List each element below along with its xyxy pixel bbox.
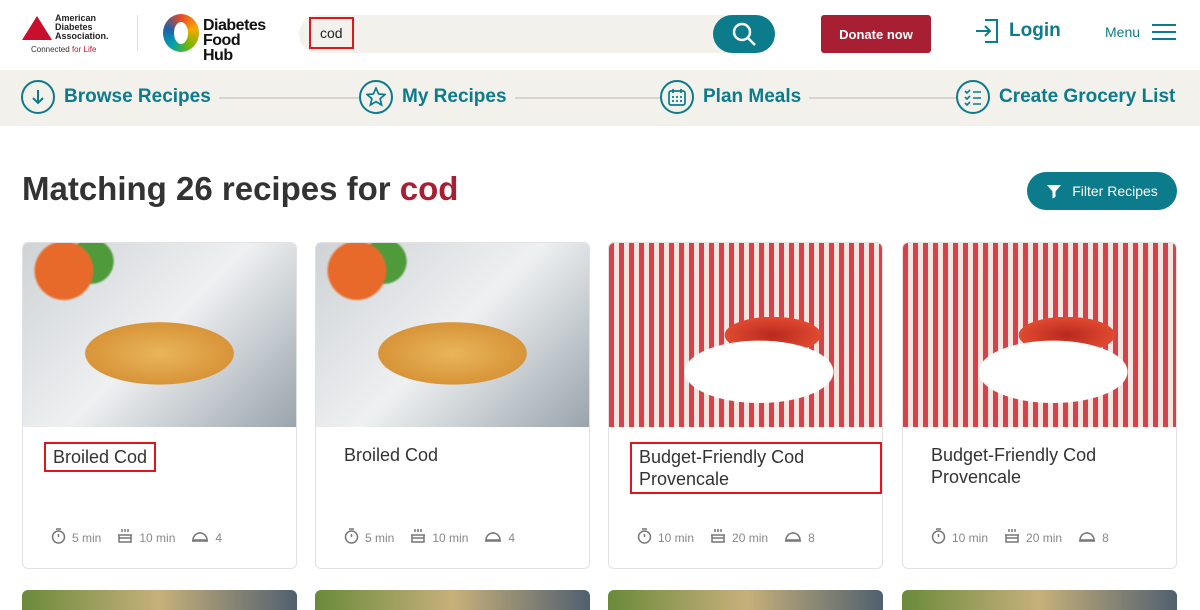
- arrow-down-circle-icon: [21, 80, 55, 114]
- star-icon: [359, 80, 393, 114]
- serving-dish-icon: [784, 530, 802, 545]
- servings: 8: [1102, 530, 1109, 545]
- search-input[interactable]: cod: [309, 17, 354, 49]
- nav-browse-recipes[interactable]: Browse Recipes: [21, 80, 219, 114]
- servings: 8: [808, 530, 815, 545]
- filter-label: Filter Recipes: [1072, 183, 1158, 199]
- timer-icon: [637, 528, 652, 547]
- recipe-card[interactable]: Broiled Cod 5 min 10 min 4: [315, 242, 590, 569]
- filter-icon: [1047, 185, 1062, 199]
- recipe-card[interactable]: Budget-Friendly Cod Provencale 10 min 20…: [608, 242, 883, 569]
- timer-icon: [344, 528, 359, 547]
- timer-icon: [51, 528, 66, 547]
- search-icon: [732, 22, 756, 46]
- divider: [137, 15, 138, 51]
- nav-label: Browse Recipes: [64, 86, 211, 107]
- cook-time: 20 min: [1026, 530, 1063, 545]
- recipe-meta: 10 min 20 min 8: [931, 528, 1109, 547]
- timer-icon: [931, 528, 946, 547]
- cooking-pot-icon: [710, 528, 726, 547]
- checklist-icon: [956, 80, 990, 114]
- recipe-image[interactable]: [316, 243, 589, 427]
- logo-text: Diabetes: [203, 17, 266, 34]
- nav-my-recipes[interactable]: My Recipes: [359, 80, 515, 114]
- recipe-card-partial[interactable]: [902, 590, 1177, 610]
- recipe-card[interactable]: Budget-Friendly Cod Provencale 10 min 20…: [902, 242, 1177, 569]
- recipe-card[interactable]: Broiled Cod 5 min 10 min 4: [22, 242, 297, 569]
- menu-label: Menu: [1105, 24, 1141, 40]
- menu-button[interactable]: Menu: [1105, 23, 1177, 41]
- header: American Diabetes Association. Connected f…: [0, 0, 1200, 70]
- cook-time: 10 min: [139, 530, 176, 545]
- nav-label: Create Grocery List: [999, 86, 1176, 107]
- recipe-image[interactable]: [903, 243, 1176, 427]
- search-bar[interactable]: cod: [299, 15, 775, 53]
- login-button[interactable]: Login: [975, 18, 1061, 44]
- recipe-title[interactable]: Broiled Cod: [337, 442, 557, 468]
- search-term: cod: [399, 170, 459, 207]
- hamburger-icon: [1152, 24, 1177, 40]
- donate-button[interactable]: Donate now: [821, 15, 931, 53]
- nav-label: Plan Meals: [703, 86, 802, 107]
- prep-time: 10 min: [952, 530, 989, 545]
- results-prefix: Matching 26 recipes for: [22, 170, 391, 207]
- cook-time: 20 min: [732, 530, 769, 545]
- recipe-card-partial[interactable]: [608, 590, 883, 610]
- calendar-icon: [660, 80, 694, 114]
- nav-label: My Recipes: [402, 86, 507, 107]
- search-button[interactable]: [713, 15, 775, 53]
- recipe-meta: 5 min 10 min 4: [344, 528, 515, 547]
- ada-logo[interactable]: American Diabetes Association. Connected f…: [22, 14, 122, 54]
- recipe-meta: 10 min 20 min 8: [637, 528, 815, 547]
- tagline-accent: for Life: [71, 45, 97, 54]
- cook-time: 10 min: [432, 530, 469, 545]
- tagline: Connected: [31, 45, 70, 54]
- recipe-card-partial[interactable]: [315, 590, 590, 610]
- recipe-image[interactable]: [609, 243, 882, 427]
- recipe-nav: Browse Recipes My Recipes Plan Meals Cre…: [0, 70, 1200, 126]
- cooking-pot-icon: [410, 528, 426, 547]
- recipe-title[interactable]: Budget-Friendly Cod Provencale: [924, 442, 1144, 490]
- recipe-image[interactable]: [23, 243, 296, 427]
- servings: 4: [215, 530, 223, 545]
- servings: 4: [508, 530, 516, 545]
- cooking-pot-icon: [117, 528, 133, 547]
- serving-dish-icon: [1078, 530, 1096, 545]
- recipe-title[interactable]: Broiled Cod: [44, 442, 157, 472]
- page-title: Matching 26 recipes for cod: [22, 170, 458, 208]
- prep-time: 5 min: [72, 530, 102, 545]
- logo-text: Association.: [55, 31, 109, 41]
- nav-plan-meals[interactable]: Plan Meals: [660, 80, 810, 114]
- nav-create-grocery-list[interactable]: Create Grocery List: [956, 80, 1184, 114]
- serving-dish-icon: [191, 530, 209, 545]
- login-icon: [976, 19, 998, 43]
- filter-recipes-button[interactable]: Filter Recipes: [1027, 172, 1177, 210]
- login-label: Login: [1009, 20, 1061, 41]
- cooking-pot-icon: [1004, 528, 1020, 547]
- prep-time: 5 min: [365, 530, 395, 545]
- recipe-title[interactable]: Budget-Friendly Cod Provencale: [630, 442, 882, 494]
- recipe-meta: 5 min 10 min 4: [51, 528, 222, 547]
- logo-text: Food Hub: [203, 32, 241, 64]
- serving-dish-icon: [484, 530, 502, 545]
- prep-time: 10 min: [658, 530, 695, 545]
- recipe-card-partial[interactable]: [22, 590, 297, 610]
